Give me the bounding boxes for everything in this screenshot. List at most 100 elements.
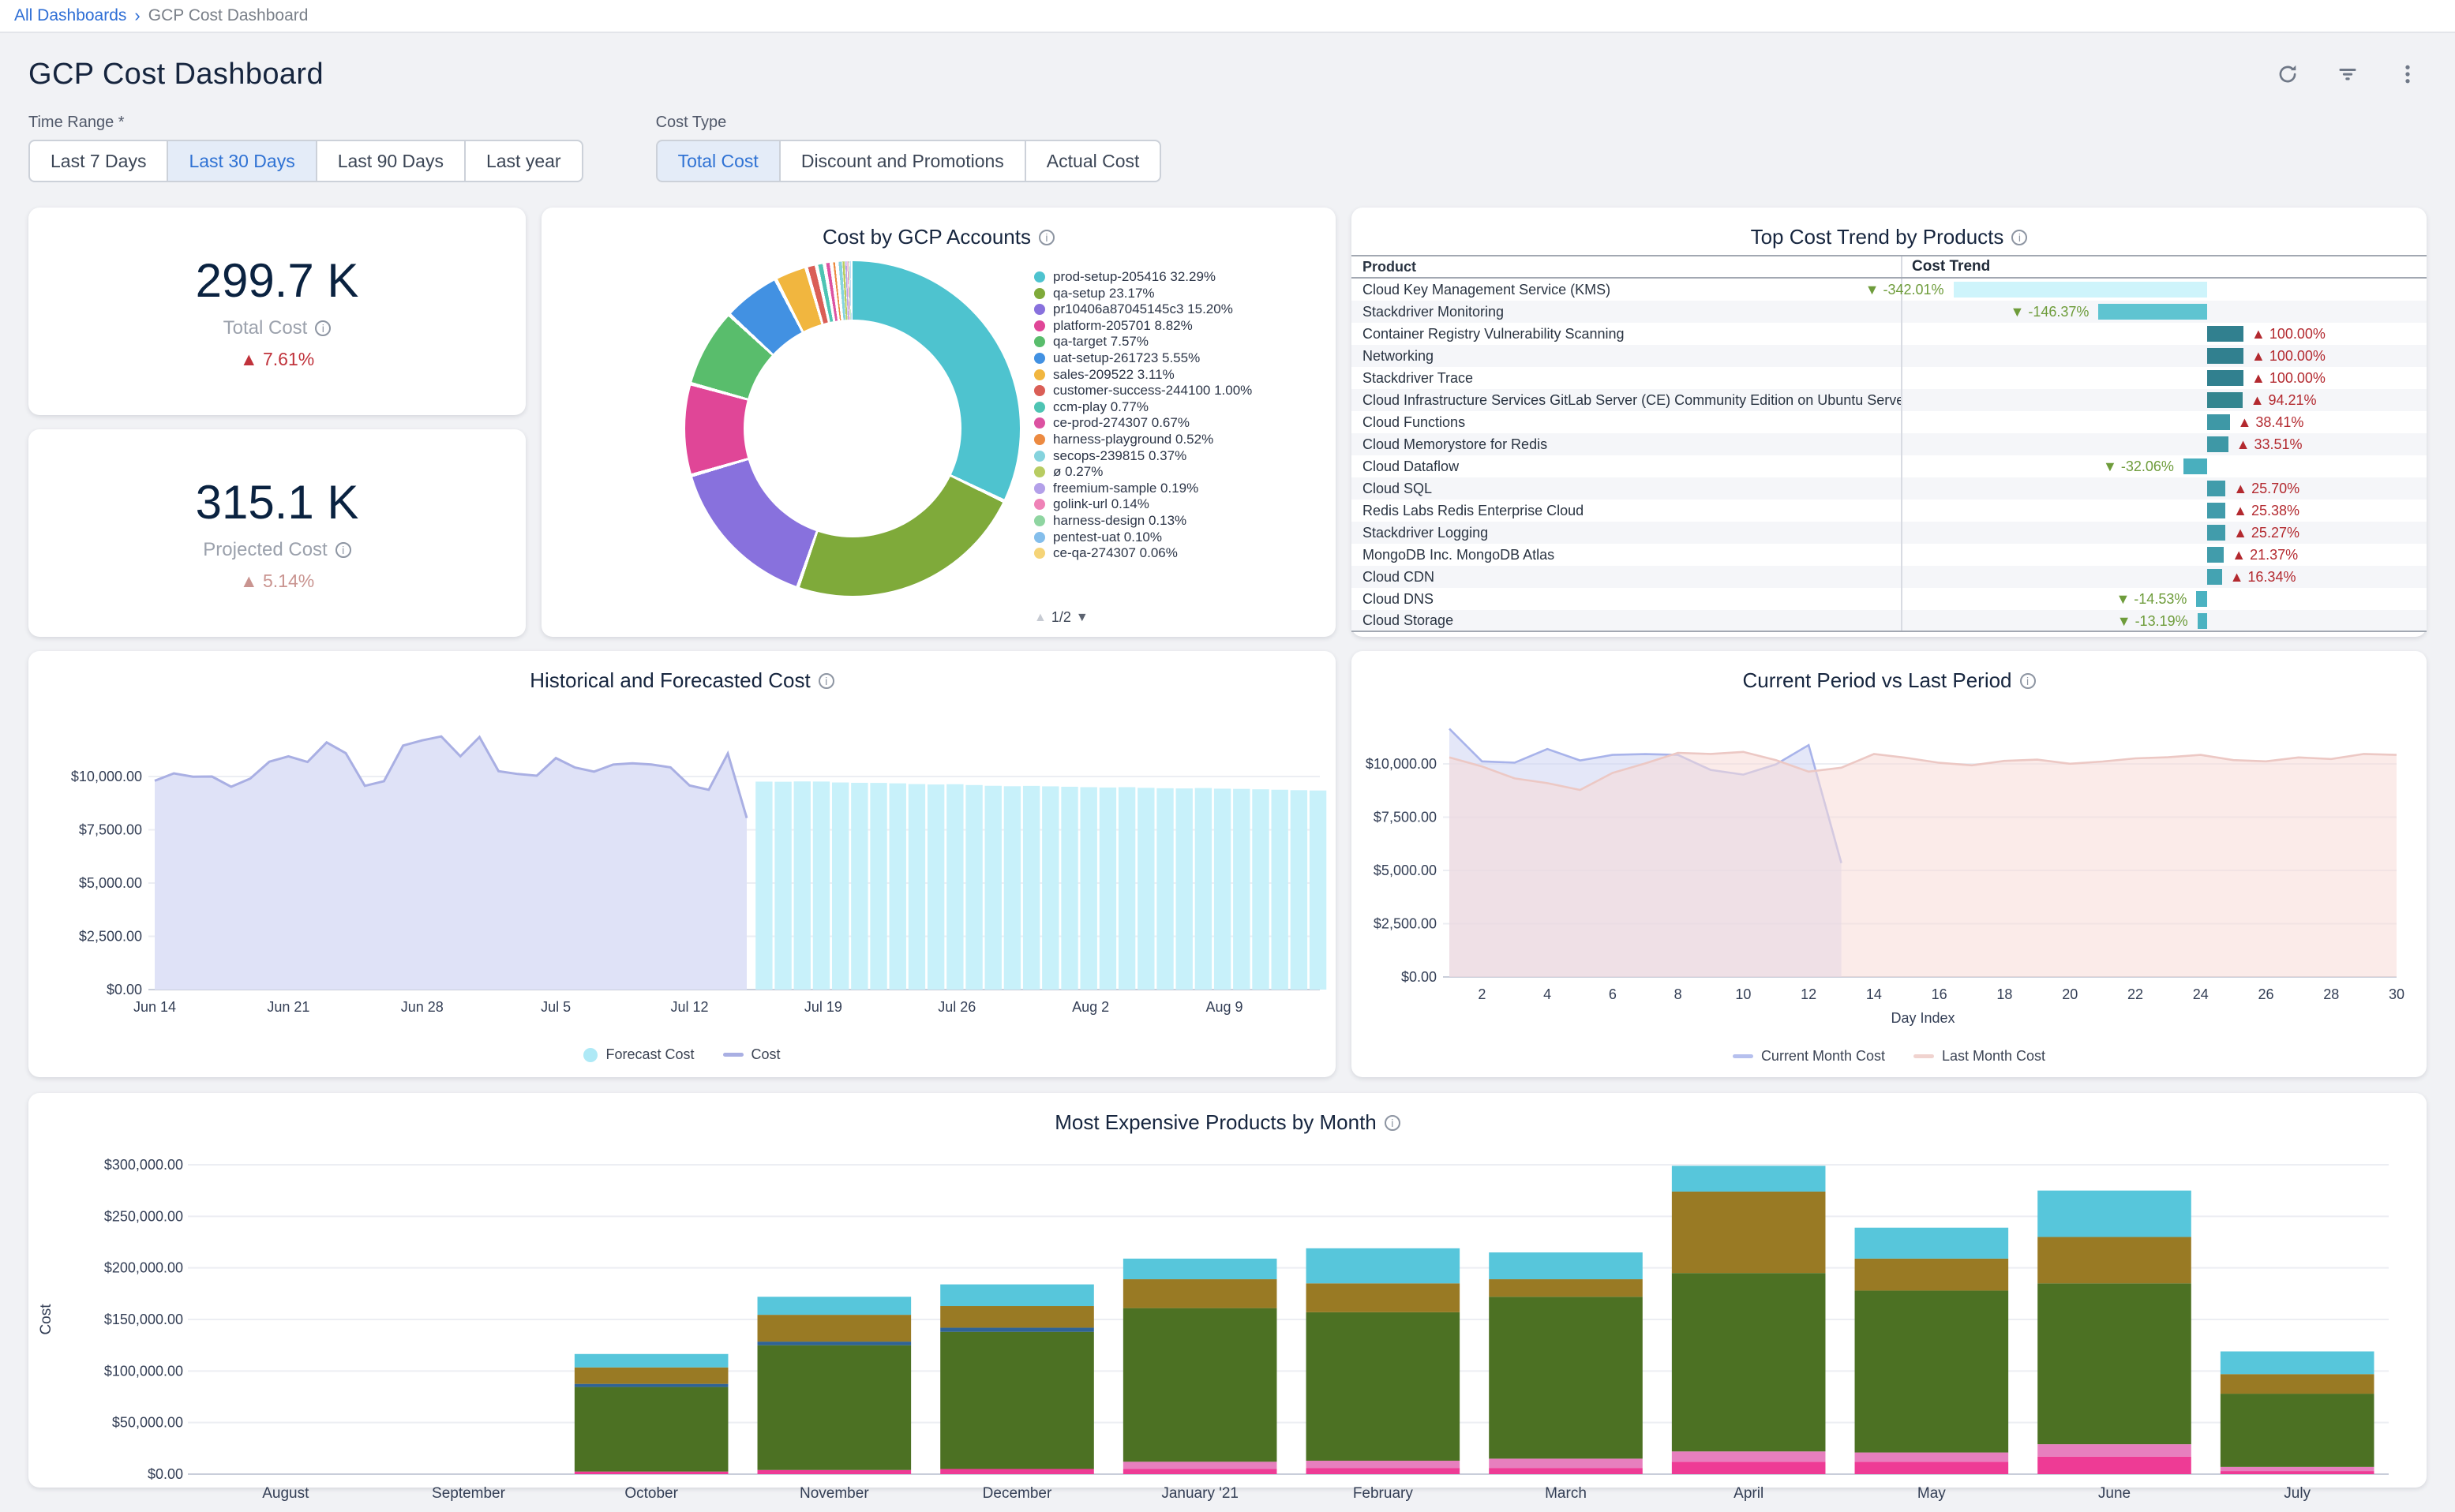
gcp-accounts-donut-chart[interactable]: [685, 261, 1020, 596]
legend-dot: [1034, 369, 1045, 380]
legend-item[interactable]: sales-209522 3.11%: [1034, 367, 1321, 384]
info-icon[interactable]: i: [335, 542, 351, 558]
info-icon[interactable]: i: [1385, 1115, 1400, 1131]
table-row[interactable]: Container Registry Vulnerability Scannin…: [1351, 323, 2427, 345]
legend-item[interactable]: pr10406a87045145c3 15.20%: [1034, 301, 1321, 318]
svg-text:April: April: [1733, 1485, 1763, 1502]
table-row[interactable]: Stackdriver Monitoring▼ -146.37%: [1351, 301, 2427, 323]
legend-item[interactable]: ccm-play 0.77%: [1034, 399, 1321, 416]
table-row[interactable]: Cloud Storage▼ -13.19%: [1351, 610, 2427, 632]
trend-bar: [2198, 613, 2207, 629]
cost-type-label: Cost Type: [656, 114, 1162, 132]
most-expensive-products-chart[interactable]: $0.00$50,000.00$100,000.00$150,000.00$20…: [28, 1135, 2427, 1506]
info-icon[interactable]: i: [315, 320, 331, 336]
svg-text:Jun 21: Jun 21: [267, 999, 309, 1015]
legend-item-cost[interactable]: Cost: [723, 1046, 781, 1063]
legend-item[interactable]: freemium-sample 0.19%: [1034, 481, 1321, 497]
most-expensive-products-card: Most Expensive Products by Monthi $0.00$…: [28, 1093, 2427, 1488]
info-icon[interactable]: i: [2020, 673, 2036, 689]
trend-value: ▲ 94.21%: [2251, 392, 2317, 409]
svg-text:10: 10: [1735, 986, 1751, 1002]
info-icon[interactable]: i: [1039, 230, 1055, 245]
product-cell: Cloud DNS: [1351, 591, 1901, 608]
cost-trend-table: Product Cost Trend Cloud Key Management …: [1351, 255, 2427, 632]
table-row[interactable]: Stackdriver Logging▲ 25.27%: [1351, 522, 2427, 544]
time-range-option-last-7-days[interactable]: Last 7 Days: [28, 140, 168, 182]
column-header-cost-trend[interactable]: Cost Trend: [1901, 256, 2427, 277]
table-row[interactable]: Cloud SQL▲ 25.70%: [1351, 477, 2427, 500]
column-header-product[interactable]: Product: [1351, 259, 1901, 275]
refresh-icon[interactable]: [2275, 62, 2300, 87]
table-row[interactable]: Redis Labs Redis Enterprise Cloud▲ 25.38…: [1351, 500, 2427, 522]
legend-item[interactable]: platform-205701 8.82%: [1034, 318, 1321, 335]
trend-value: ▲ 38.41%: [2238, 414, 2304, 431]
legend-item[interactable]: uat-setup-261723 5.55%: [1034, 350, 1321, 367]
current-vs-last-period-chart[interactable]: $0.00$2,500.00$5,000.00$7,500.00$10,000.…: [1351, 693, 2427, 1037]
svg-text:January '21: January '21: [1161, 1485, 1239, 1502]
table-row[interactable]: Cloud Memorystore for Redis▲ 33.51%: [1351, 433, 2427, 455]
legend-item[interactable]: secops-239815 0.37%: [1034, 448, 1321, 465]
time-range-option-last-90-days[interactable]: Last 90 Days: [316, 140, 466, 182]
svg-text:$0.00: $0.00: [148, 1466, 183, 1482]
legend-item[interactable]: golink-url 0.14%: [1034, 496, 1321, 513]
svg-text:September: September: [432, 1485, 506, 1502]
legend-item[interactable]: harness-design 0.13%: [1034, 513, 1321, 530]
cost-type-option-discount-and-promotions[interactable]: Discount and Promotions: [779, 140, 1026, 182]
legend-item[interactable]: qa-target 7.57%: [1034, 334, 1321, 350]
cost-trend-cell: ▲ 100.00%: [1901, 345, 2427, 367]
svg-text:20: 20: [2062, 986, 2078, 1002]
svg-text:Jul 26: Jul 26: [938, 999, 976, 1015]
table-row[interactable]: Cloud Functions▲ 38.41%: [1351, 411, 2427, 433]
historical-forecast-chart[interactable]: $0.00$2,500.00$5,000.00$7,500.00$10,000.…: [28, 693, 1336, 1032]
legend-dot: [1034, 499, 1045, 510]
cost-type-option-actual-cost[interactable]: Actual Cost: [1025, 140, 1162, 182]
legend-item[interactable]: ce-prod-274307 0.67%: [1034, 415, 1321, 432]
breadcrumb-all-dashboards-link[interactable]: All Dashboards: [14, 6, 126, 25]
legend-item-forecast-cost[interactable]: Forecast Cost: [583, 1046, 694, 1063]
pager-down-icon[interactable]: ▼: [1076, 611, 1089, 625]
cost-by-gcp-accounts-card: Cost by GCP Accounts i prod-setup-205416 …: [542, 208, 1336, 637]
product-cell: MongoDB Inc. MongoDB Atlas: [1351, 547, 1901, 563]
pager-up-icon[interactable]: ▲: [1034, 611, 1047, 625]
table-row[interactable]: Cloud Key Management Service (KMS)▼ -342…: [1351, 279, 2427, 301]
table-row[interactable]: Cloud Infrastructure Services GitLab Ser…: [1351, 389, 2427, 411]
legend-marker: [723, 1053, 744, 1057]
trend-value: ▲ 25.38%: [2233, 503, 2299, 519]
trend-bar: [2207, 525, 2225, 541]
kebab-menu-icon[interactable]: [2395, 62, 2420, 87]
svg-text:$100,000.00: $100,000.00: [104, 1363, 183, 1379]
table-row[interactable]: Cloud Dataflow▼ -32.06%: [1351, 455, 2427, 477]
table-row[interactable]: Cloud DNS▼ -14.53%: [1351, 588, 2427, 610]
cost-type-option-total-cost[interactable]: Total Cost: [656, 140, 781, 182]
legend-item[interactable]: pentest-uat 0.10%: [1034, 530, 1321, 546]
table-row[interactable]: Cloud CDN▲ 16.34%: [1351, 566, 2427, 588]
legend-item[interactable]: prod-setup-205416 32.29%: [1034, 269, 1321, 286]
svg-text:28: 28: [2323, 986, 2339, 1002]
filter-icon[interactable]: [2335, 62, 2360, 87]
projected-cost-delta: ▲ 5.14%: [240, 571, 314, 592]
svg-text:Jul 19: Jul 19: [804, 999, 842, 1015]
trend-bar: [2098, 304, 2207, 320]
info-icon[interactable]: i: [2011, 230, 2027, 245]
legend-item[interactable]: harness-playground 0.52%: [1034, 432, 1321, 448]
legend-item[interactable]: ø 0.27%: [1034, 464, 1321, 481]
svg-text:30: 30: [2389, 986, 2404, 1002]
legend-item-last-month-cost[interactable]: Last Month Cost: [1913, 1048, 2045, 1065]
cost-trend-cell: ▲ 100.00%: [1901, 367, 2427, 389]
table-row[interactable]: Stackdriver Trace▲ 100.00%: [1351, 367, 2427, 389]
table-row[interactable]: MongoDB Inc. MongoDB Atlas▲ 21.37%: [1351, 544, 2427, 566]
legend-item-current-month-cost[interactable]: Current Month Cost: [1733, 1048, 1885, 1065]
donut-chart-title: Cost by GCP Accounts: [823, 225, 1031, 249]
cost-trend-cell: ▼ -342.01%: [1901, 279, 2427, 301]
cost-trend-cell: ▲ 25.27%: [1901, 522, 2427, 544]
cost-trend-cell: ▲ 38.41%: [1901, 411, 2427, 433]
svg-text:26: 26: [2258, 986, 2273, 1002]
product-cell: Stackdriver Monitoring: [1351, 304, 1901, 320]
time-range-option-last-year[interactable]: Last year: [464, 140, 583, 182]
info-icon[interactable]: i: [819, 673, 834, 689]
time-range-option-last-30-days[interactable]: Last 30 Days: [167, 140, 317, 182]
table-row[interactable]: Networking▲ 100.00%: [1351, 345, 2427, 367]
legend-item[interactable]: customer-success-244100 1.00%: [1034, 383, 1321, 399]
legend-item[interactable]: qa-setup 23.17%: [1034, 286, 1321, 302]
legend-item[interactable]: ce-qa-274307 0.06%: [1034, 545, 1321, 562]
